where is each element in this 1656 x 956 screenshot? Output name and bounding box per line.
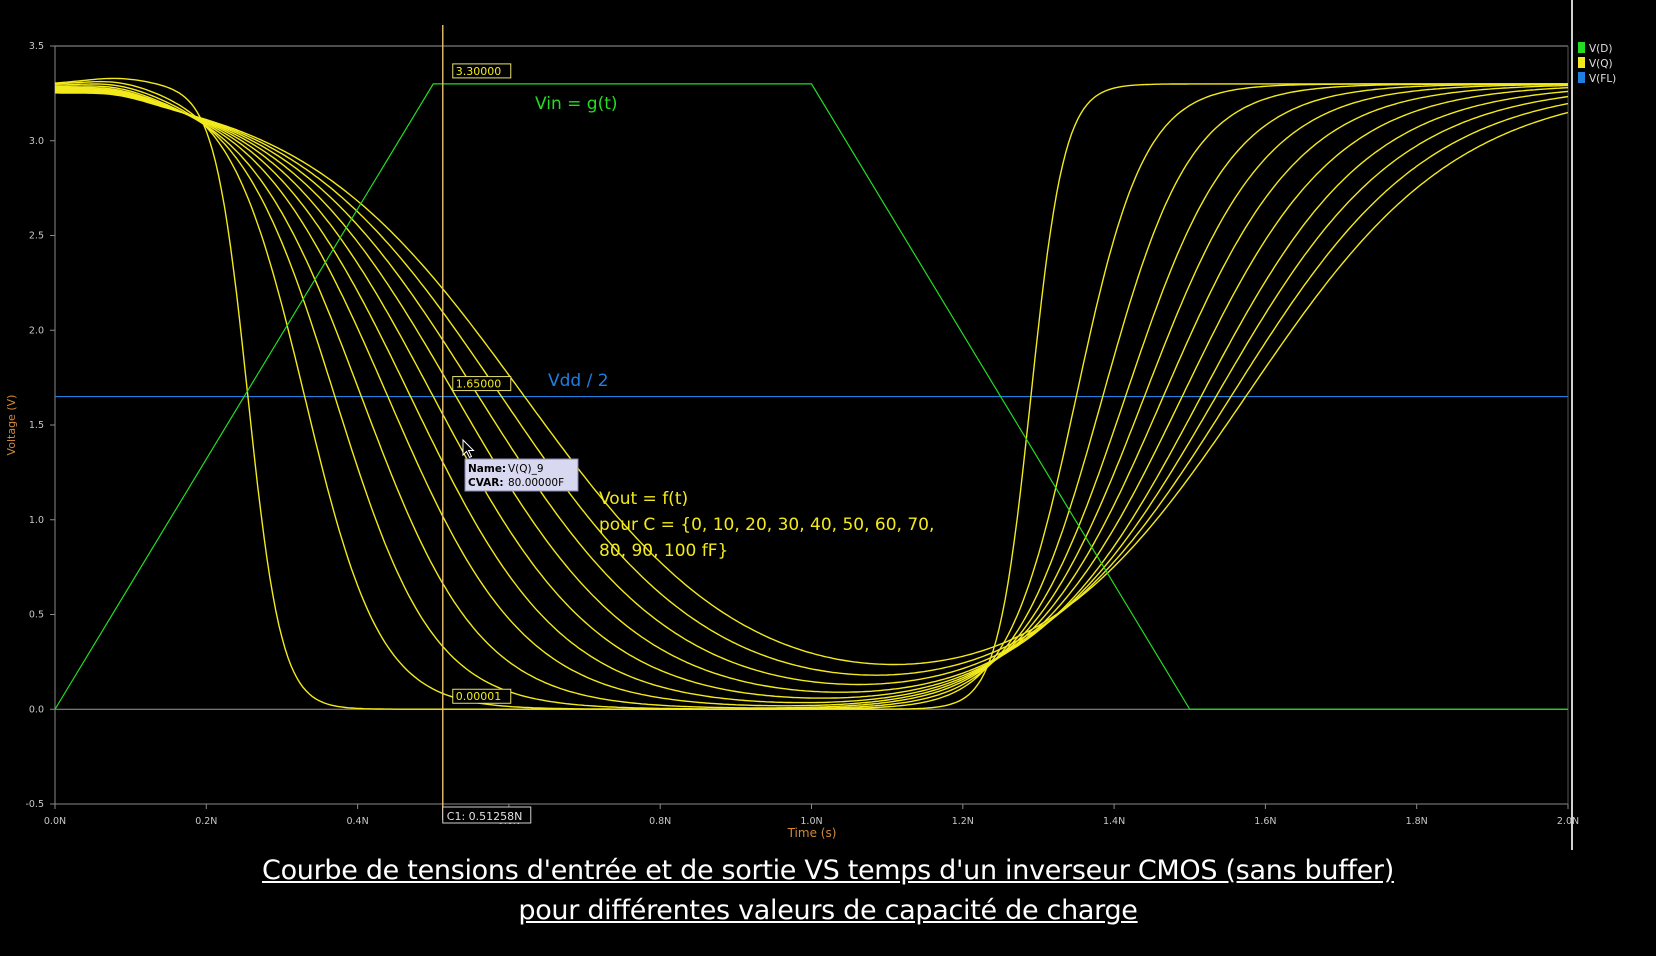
y-tick-label: 1.0 bbox=[29, 515, 44, 526]
tooltip-name-key: Name: bbox=[468, 463, 506, 475]
y-tick-label: 1.5 bbox=[29, 420, 44, 431]
y-tick-label: 2.0 bbox=[29, 325, 44, 336]
y-tick-label: -0.5 bbox=[25, 799, 44, 810]
x-tick-label: 1.4N bbox=[1103, 816, 1125, 827]
annotation-vout-1: Vout = f(t) bbox=[599, 489, 688, 509]
x-tick-label: 1.2N bbox=[952, 816, 974, 827]
x-tick-label: 0.0N bbox=[44, 816, 66, 827]
cursor-value-label: 3.30000 bbox=[456, 65, 502, 78]
cursor-value-label: 1.65000 bbox=[456, 378, 502, 391]
cursor-position-label: C1: 0.51258N bbox=[447, 810, 523, 823]
x-axis-label: Time (s) bbox=[787, 826, 837, 840]
plot-background bbox=[0, 0, 1656, 956]
annotation-vdd: Vdd / 2 bbox=[548, 371, 609, 391]
tooltip-cvar-value: 80.00000F bbox=[508, 477, 564, 489]
x-tick-label: 0.2N bbox=[195, 816, 217, 827]
y-tick-label: 2.5 bbox=[29, 231, 44, 242]
caption-line-2: pour différentes valeurs de capacité de … bbox=[518, 895, 1138, 926]
x-tick-label: 1.6N bbox=[1254, 816, 1276, 827]
annotation-vout-3: 80, 90, 100 fF} bbox=[599, 541, 728, 561]
legend-label[interactable]: V(D) bbox=[1589, 43, 1612, 55]
y-tick-label: 0.0 bbox=[29, 704, 44, 715]
legend-swatch bbox=[1578, 42, 1585, 53]
cursor-value-label: 0.00001 bbox=[456, 690, 502, 703]
tooltip-cvar-key: CVAR: bbox=[468, 477, 504, 489]
x-tick-label: 1.8N bbox=[1406, 816, 1428, 827]
y-axis-label: Voltage (V) bbox=[5, 395, 18, 456]
legend-label[interactable]: V(Q) bbox=[1589, 58, 1613, 70]
waveform-chart: -0.5 0.0 0.5 1.0 1.5 2.0 2.5 3.0 3.5 0.0N 0.2N 0.4N… bbox=[0, 0, 1656, 956]
y-tick-label: 3.5 bbox=[29, 41, 44, 52]
x-tick-label: 0.4N bbox=[346, 816, 368, 827]
legend-swatch bbox=[1578, 57, 1585, 68]
caption-line-1: Courbe de tensions d'entrée et de sortie… bbox=[262, 855, 1394, 886]
annotation-vin: Vin = g(t) bbox=[535, 94, 618, 114]
y-tick-label: 3.0 bbox=[29, 136, 44, 147]
x-tick-label: 0.8N bbox=[649, 816, 671, 827]
x-tick-label: 2.0N bbox=[1557, 816, 1579, 827]
legend: V(D) V(Q) V(FL) bbox=[1578, 42, 1616, 85]
legend-swatch bbox=[1578, 72, 1585, 83]
y-tick-label: 0.5 bbox=[29, 610, 44, 621]
legend-label[interactable]: V(FL) bbox=[1589, 73, 1616, 85]
annotation-vout-2: pour C = {0, 10, 20, 30, 40, 50, 60, 70, bbox=[599, 515, 934, 535]
tooltip-name-value: V(Q)_9 bbox=[508, 463, 544, 475]
